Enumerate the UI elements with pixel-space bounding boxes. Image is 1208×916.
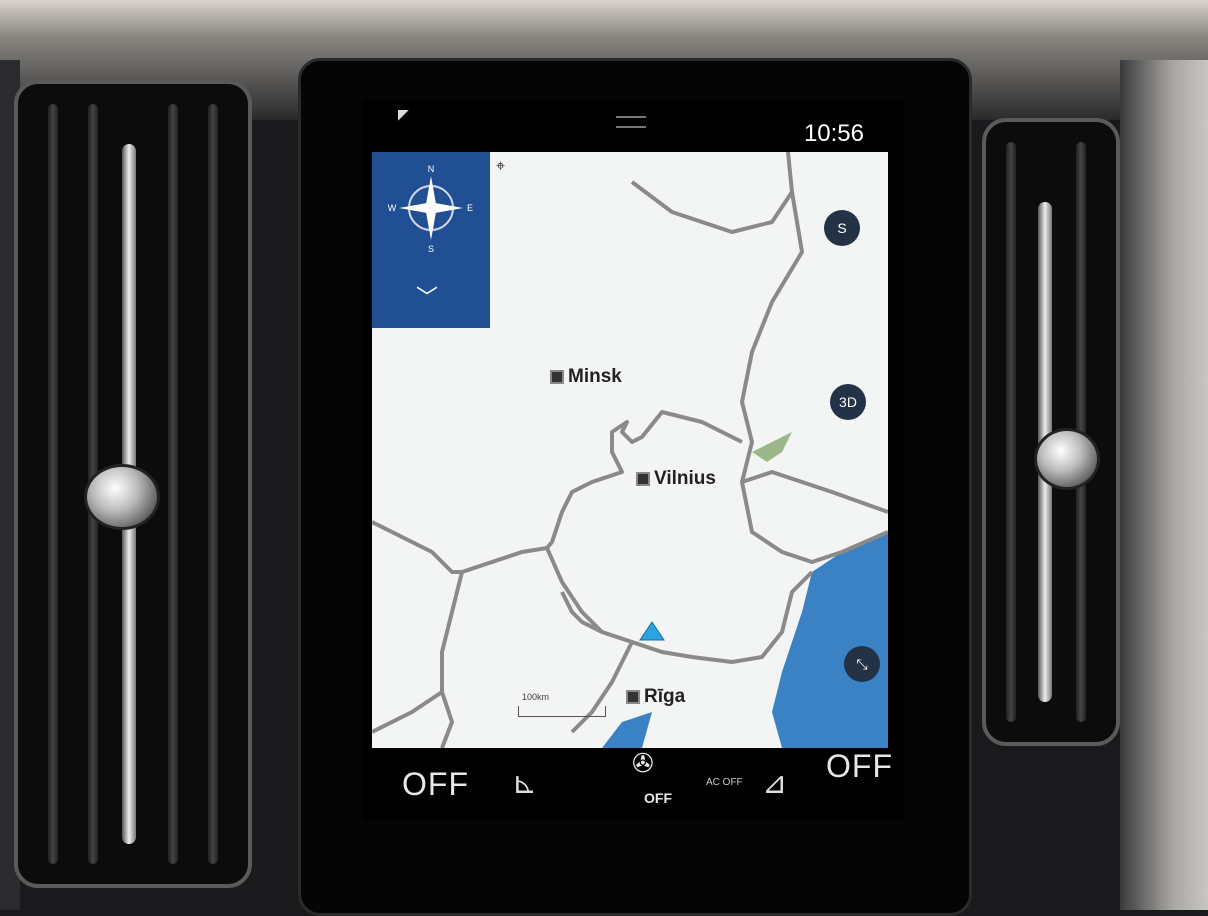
map-scale-bar [518, 706, 606, 717]
climate-bar: OFF ⊾ ✇ OFF AC OFF ⊿ OFF [362, 748, 904, 820]
compass-rose-icon: N S W E [388, 164, 473, 254]
vent-knob-left[interactable] [84, 464, 160, 530]
seat-heat-left-icon[interactable]: ⊾ [512, 766, 537, 801]
compass-s: S [428, 244, 434, 254]
current-position-marker [639, 621, 665, 641]
city-marker-icon [636, 472, 650, 486]
compass-w: W [388, 203, 397, 213]
compass-e: E [467, 203, 473, 213]
ac-button[interactable]: AC OFF [706, 778, 743, 788]
air-vent-left [14, 80, 252, 888]
compass-panel[interactable]: N S W E ﹀ [372, 152, 490, 328]
status-bar: ◤ 10:56 [362, 100, 904, 152]
pull-down-handle[interactable] [616, 116, 646, 128]
right-temperature-button[interactable]: OFF [826, 748, 893, 785]
3d-view-button[interactable]: 3D [830, 384, 866, 420]
vent-knob-right[interactable] [1034, 428, 1100, 490]
city-label-minsk[interactable]: Minsk [550, 366, 622, 388]
dashboard-right [1120, 60, 1208, 910]
compass-n: N [428, 164, 435, 174]
fan-status[interactable]: OFF [644, 790, 672, 806]
chevron-down-icon[interactable]: ﹀ [416, 280, 438, 312]
navigation-arrow-icon: ◤ [398, 106, 409, 122]
3d-view-label: 3D [839, 394, 857, 410]
city-marker-icon [550, 370, 564, 384]
collapse-map-icon[interactable]: ⤡ [844, 646, 880, 682]
air-vent-right [982, 118, 1120, 746]
infotainment-screen: ◤ 10:56 N S W E ﹀ ⌖ S 3D ⤡ Minsk Vilnius… [362, 100, 904, 820]
crosshair-icon[interactable]: ⌖ [496, 158, 505, 176]
clock: 10:56 [803, 120, 864, 147]
fan-icon[interactable]: ✇ [632, 748, 654, 779]
city-marker-icon [626, 690, 640, 704]
compass-mode-button[interactable]: S [824, 210, 860, 246]
navigation-map[interactable]: N S W E ﹀ ⌖ S 3D ⤡ Minsk Vilnius Rīga 10… [372, 152, 888, 748]
compass-mode-label: S [837, 220, 847, 236]
scale-label: 100km [522, 692, 550, 702]
seat-heat-right-icon[interactable]: ⊿ [762, 766, 787, 801]
city-label-riga[interactable]: Rīga [626, 686, 685, 708]
left-temperature-button[interactable]: OFF [402, 766, 469, 803]
city-label-vilnius[interactable]: Vilnius [636, 468, 716, 490]
